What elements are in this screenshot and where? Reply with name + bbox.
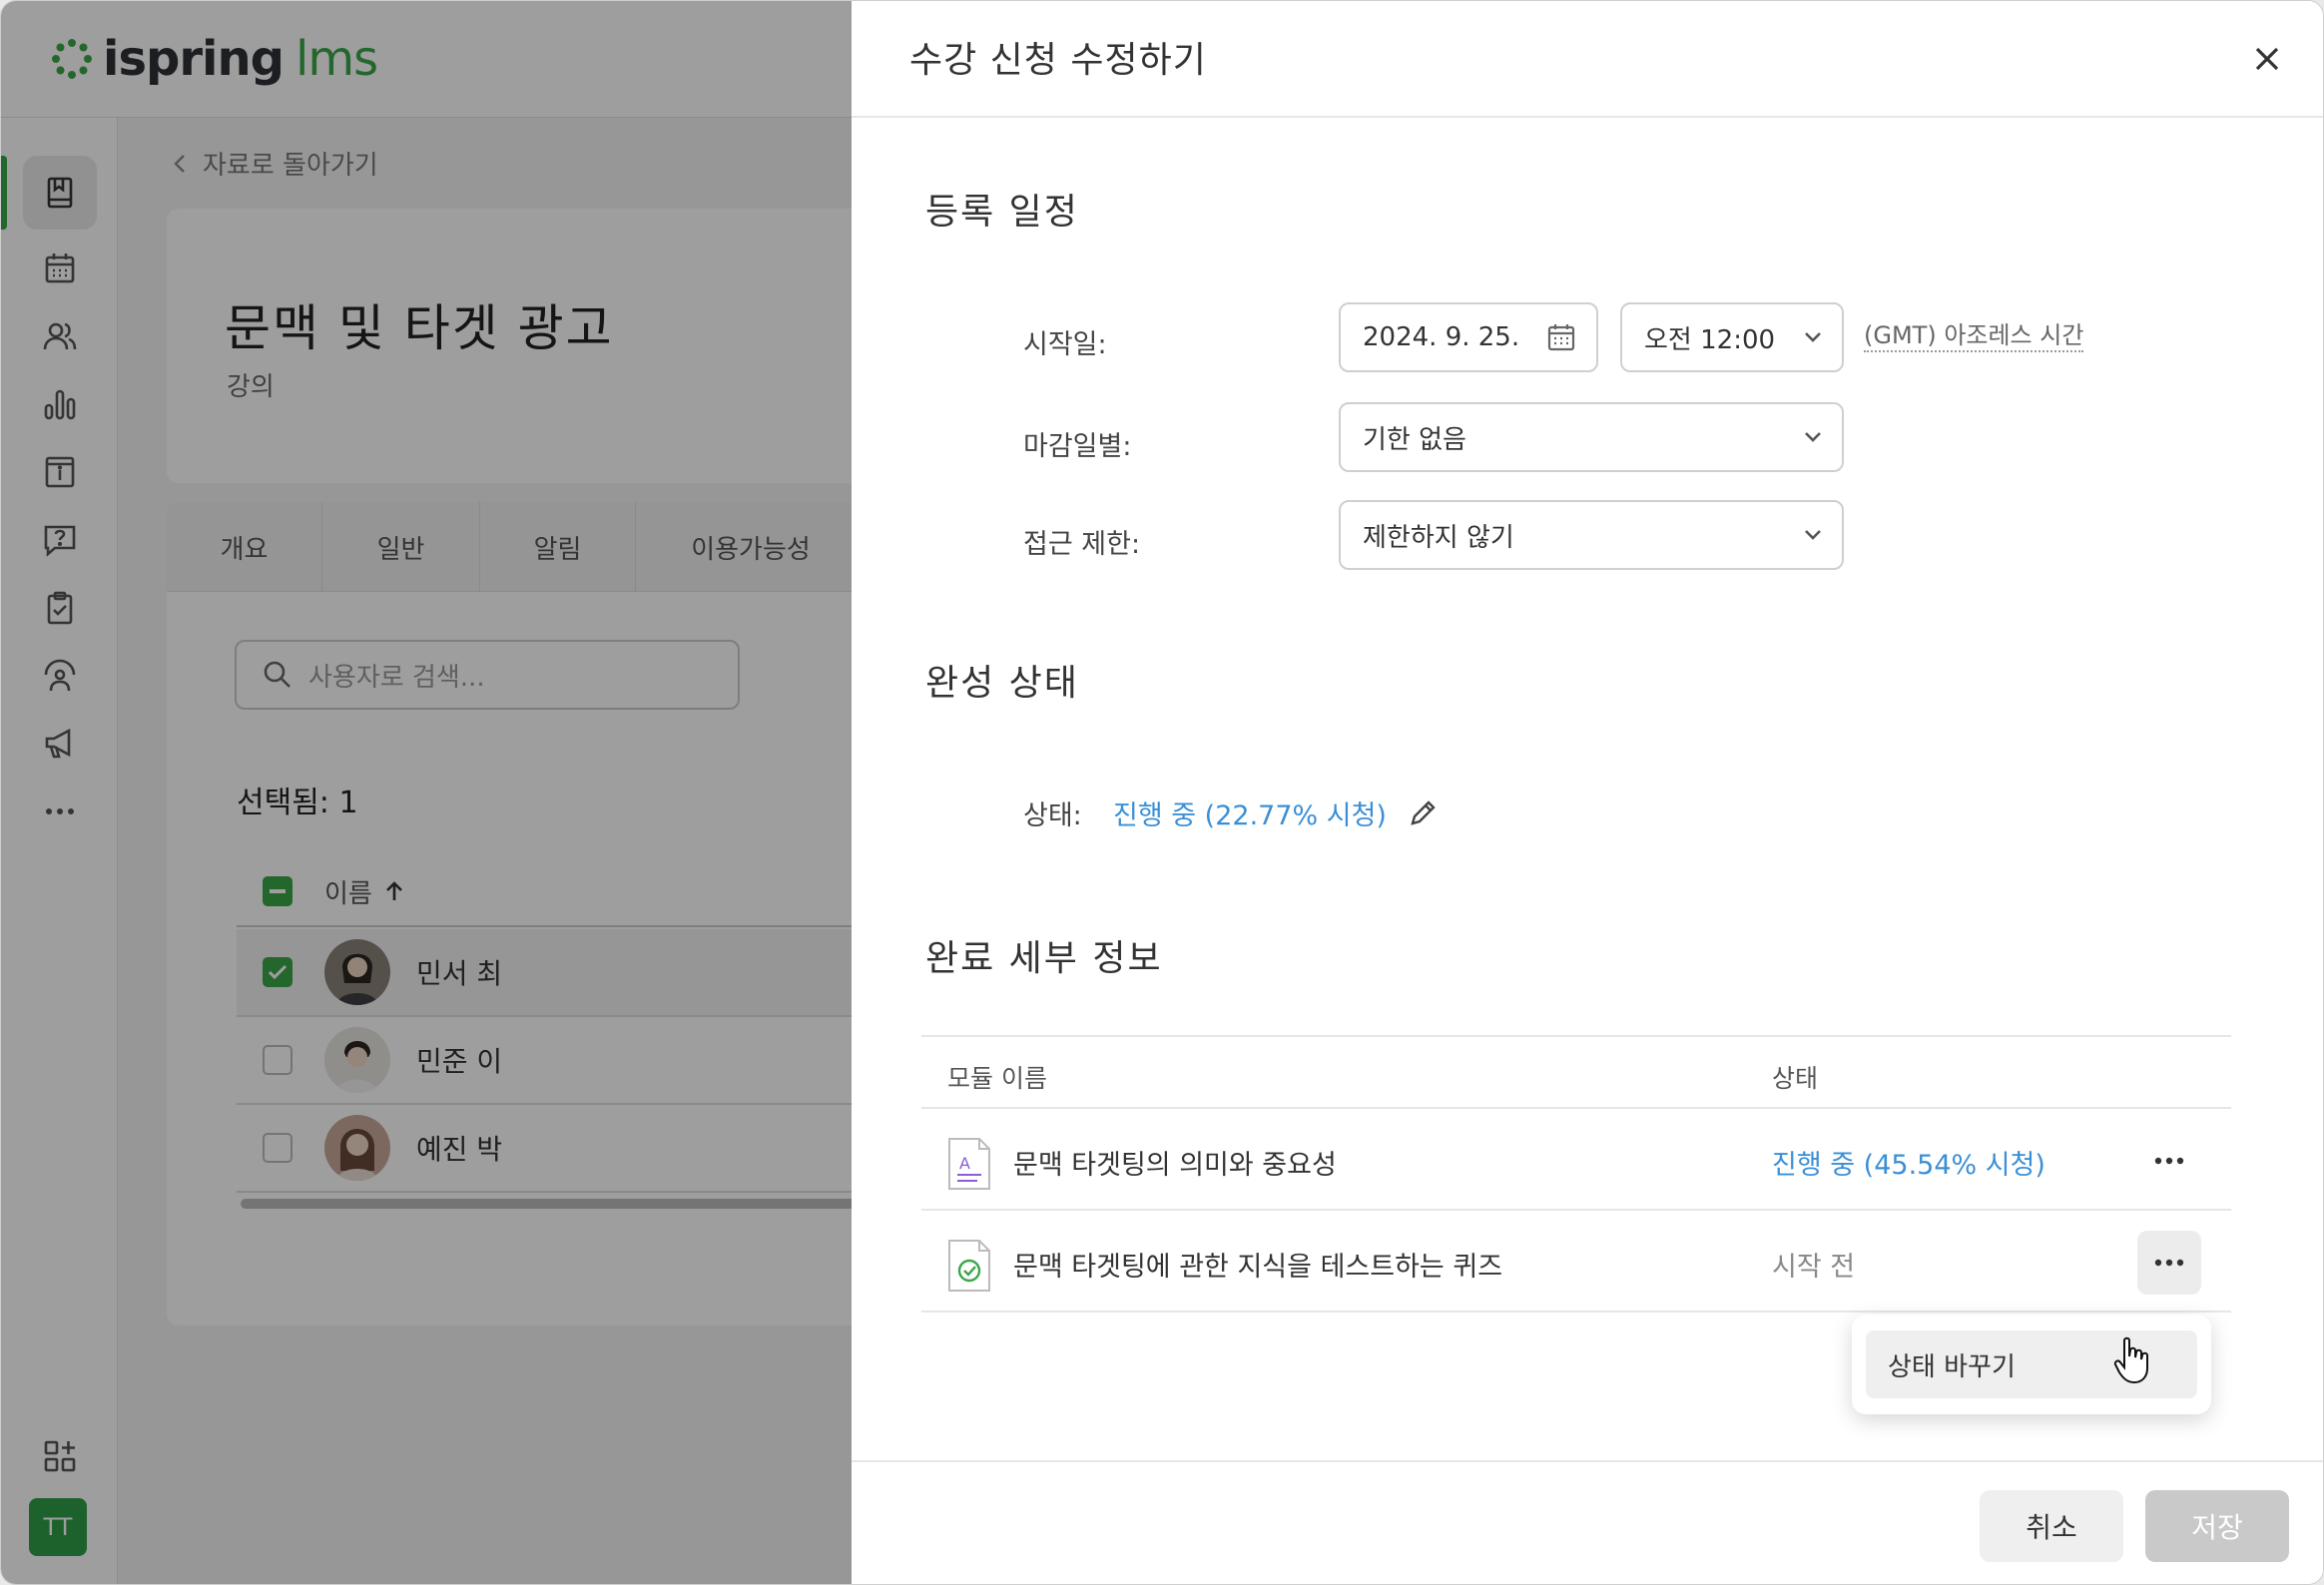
due-date-select[interactable]: 기한 없음	[1339, 402, 1844, 472]
cancel-button[interactable]: 취소	[1980, 1490, 2123, 1562]
schedule-section-title: 등록 일정	[925, 192, 1079, 233]
quiz-icon	[948, 1240, 990, 1292]
modal-overlay[interactable]	[1, 1, 860, 1584]
chevron-down-icon	[1805, 332, 1821, 342]
edit-enrollment-panel: 수강 신청 수정하기 등록 일정 시작일: 2024. 9. 25. 오전 12…	[852, 1, 2323, 1584]
column-status: 상태	[1772, 1064, 1819, 1093]
row-more-button[interactable]	[2137, 1129, 2201, 1193]
panel-header: 수강 신청 수정하기	[852, 1, 2323, 118]
details-section-title: 완료 세부 정보	[925, 938, 1163, 979]
table-row: 문맥 타겟팅에 관한 지식을 테스트하는 퀴즈 시작 전	[921, 1211, 2231, 1313]
hand-cursor-icon	[2113, 1336, 2148, 1384]
start-date-value: 2024. 9. 25.	[1363, 322, 1520, 352]
close-button[interactable]	[2245, 37, 2289, 81]
table-row: A 문맥 타겟팅의 의미와 중요성 진행 중 (45.54% 시청)	[921, 1109, 2231, 1211]
panel-footer: 취소 저장	[852, 1460, 2323, 1584]
row-context-menu: 상태 바꾸기	[1852, 1315, 2211, 1414]
panel-title: 수강 신청 수정하기	[909, 40, 1207, 81]
app-window: ispring lms TT 자료로 돌아가기 문맥 및 타겟 광고 강의 개요…	[0, 0, 2324, 1585]
access-limit-label: 접근 제한:	[1023, 529, 1141, 560]
calendar-icon	[1547, 324, 1575, 351]
start-date-label: 시작일:	[1023, 329, 1107, 360]
status-label: 상태:	[1023, 800, 1082, 831]
more-horizontal-icon	[2154, 1157, 2184, 1165]
due-date-value: 기한 없음	[1363, 424, 1466, 455]
completion-details-table: 모듈 이름 상태 A 문맥 타겟팅의 의미와 중요성 진행 중 (45.54% …	[921, 1035, 2231, 1313]
more-horizontal-icon	[2154, 1259, 2184, 1267]
access-limit-select[interactable]: 제한하지 않기	[1339, 500, 1844, 570]
column-module-name: 모듈 이름	[947, 1064, 1047, 1093]
timezone-link[interactable]: (GMT) 아조레스 시간	[1864, 320, 2084, 352]
start-date-field[interactable]: 2024. 9. 25.	[1339, 302, 1598, 372]
table-header: 모듈 이름 상태	[921, 1035, 2231, 1109]
pencil-icon[interactable]	[1407, 797, 1439, 829]
completion-status[interactable]: 진행 중 (22.77% 시청)	[1113, 793, 1439, 832]
access-limit-value: 제한하지 않기	[1363, 522, 1514, 553]
document-icon: A	[948, 1138, 990, 1190]
module-name: 문맥 타겟팅에 관한 지식을 테스트하는 퀴즈	[1013, 1252, 1503, 1283]
chevron-down-icon	[1805, 530, 1821, 540]
start-time-select[interactable]: 오전 12:00	[1620, 302, 1844, 372]
save-button[interactable]: 저장	[2145, 1490, 2289, 1562]
due-date-label: 마감일별:	[1023, 431, 1132, 462]
module-name: 문맥 타겟팅의 의미와 중요성	[1013, 1150, 1337, 1181]
module-status: 시작 전	[1772, 1252, 1856, 1283]
row-more-button[interactable]	[2137, 1231, 2201, 1295]
svg-text:A: A	[959, 1154, 970, 1173]
start-time-value: 오전 12:00	[1644, 324, 1776, 355]
close-icon	[2255, 47, 2279, 71]
module-status: 진행 중 (45.54% 시청)	[1772, 1150, 2045, 1181]
chevron-down-icon	[1805, 432, 1821, 442]
completion-status-value: 진행 중 (22.77% 시청)	[1113, 800, 1387, 831]
completion-section-title: 완성 상태	[925, 663, 1079, 704]
